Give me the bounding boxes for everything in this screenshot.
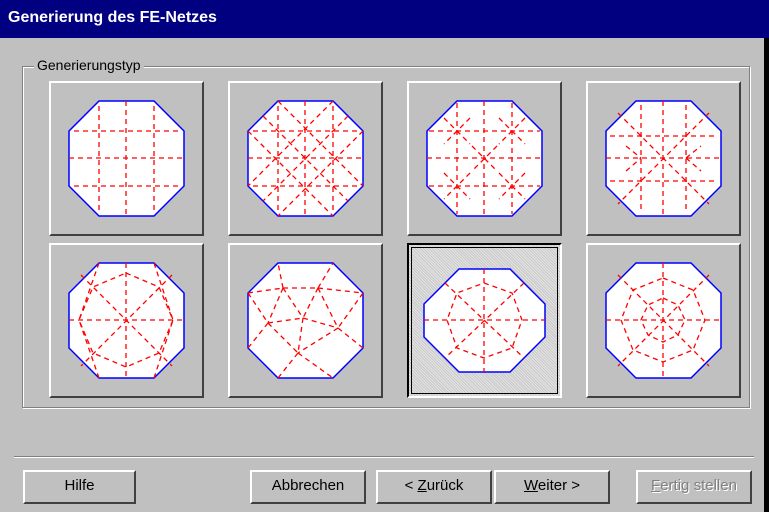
title-bar: Generierung des FE-Netzes [0,0,769,38]
mesh-type-2-button[interactable] [228,81,383,236]
mesh-type-4-icon [605,100,722,217]
mesh-type-7-button[interactable] [407,243,562,398]
next-label: eiter > [537,477,580,494]
mesh-type-1-icon [68,100,185,217]
back-label: urück [426,477,464,494]
mesh-type-2-icon [247,100,364,217]
help-button[interactable]: Hilfe [23,470,136,504]
mesh-type-1-button[interactable] [49,81,204,236]
mesh-type-4-button[interactable] [586,81,741,236]
mesh-type-6-button[interactable] [228,243,383,398]
window-title: Generierung des FE-Netzes [8,9,217,26]
back-button[interactable]: < Zurück [376,470,492,504]
next-button[interactable]: Weiter > [494,470,610,504]
back-mnemonic: Z [417,477,427,494]
finish-mnemonic: F [651,477,661,494]
back-prefix: < [404,477,418,494]
mesh-type-3-button[interactable] [407,81,562,236]
mesh-type-8-button[interactable] [586,243,741,398]
next-mnemonic: W [524,477,538,494]
finish-label: ertig stellen [660,477,737,494]
mesh-type-3-icon [426,100,543,217]
cancel-button[interactable]: Abbrechen [250,470,366,504]
mesh-type-8-icon [605,262,722,379]
mesh-type-5-button[interactable] [49,243,204,398]
mesh-type-7-icon [423,268,546,373]
finish-button[interactable]: Fertig stellen [636,470,752,504]
group-label: Generierungstyp [34,57,144,73]
mesh-type-6-icon [247,262,364,379]
mesh-type-5-icon [68,262,185,379]
button-separator [14,456,754,458]
